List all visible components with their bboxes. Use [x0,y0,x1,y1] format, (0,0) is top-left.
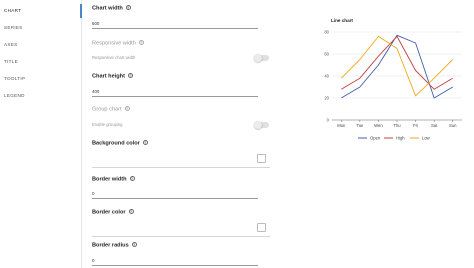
chart-height-label-text: Chart height [92,73,125,80]
sidebar-item-axes[interactable]: AXES [4,42,17,47]
sidebar-item-legend[interactable]: LEGEND [4,93,25,98]
chart-preview: Line chart 0 20 40 60 80 Mon Tue Wen Thu Fri Sat Sun… [318,12,468,142]
background-color-label-text: Background color [92,140,140,147]
x-tick-label: Tue [356,123,364,128]
help-icon[interactable]: ? [125,5,131,10]
legend-label-high: High [396,136,405,141]
help-icon[interactable]: ? [128,209,134,214]
x-tick-label: Sat [431,123,438,128]
x-tick-label: Mon [337,123,346,128]
y-tick-label: 0 [327,118,330,123]
help-icon[interactable]: ? [124,106,130,111]
line-chart: Line chart 0 20 40 60 80 Mon Tue Wen Thu Fri Sat Sun… [324,18,462,141]
toggle-knob [254,54,262,62]
legend-label-open: Open [370,136,381,141]
sidebar-item-chart[interactable]: CHART [4,8,21,13]
border-radius-input[interactable] [92,256,258,266]
responsive-width-toggle-label: Responsive chart width [92,55,136,60]
y-tick-label: 20 [324,96,329,101]
legend-label-low: Low [422,136,431,141]
background-color-label: Background color? [92,140,148,146]
responsive-width-label-text: Responsive width [92,40,136,47]
responsive-width-toggle[interactable] [254,54,269,62]
responsive-width-label: Responsive width? [92,40,144,46]
border-color-swatch[interactable] [257,223,266,232]
border-color-label-text: Border color [92,209,126,216]
chart-width-input[interactable] [92,19,258,29]
border-width-label: Border width? [92,176,135,182]
border-width-label-text: Border width [92,176,127,183]
help-icon[interactable]: ? [131,242,137,247]
border-radius-label: Border radius? [92,242,137,248]
y-tick-label: 80 [324,30,329,35]
chart-height-input[interactable] [92,87,258,97]
series-line-low [340,35,454,97]
x-tick-label: Thu [393,123,401,128]
background-color-swatch[interactable] [257,154,266,163]
help-icon[interactable]: ? [127,73,133,78]
divider [92,236,270,237]
chart-width-label: Chart width? [92,5,131,11]
toggle-knob [254,121,262,129]
sidebar-item-series[interactable]: SERIES [4,25,23,30]
y-tick-label: 60 [324,52,329,57]
border-color-label: Border color? [92,209,134,215]
help-icon[interactable]: ? [129,176,135,181]
help-icon[interactable]: ? [142,140,148,145]
group-chart-label: Group chart? [92,106,130,112]
chart-height-label: Chart height? [92,73,133,79]
sidebar-item-tooltip[interactable]: TOOLTIP [4,76,25,81]
group-chart-label-text: Group chart [92,106,122,113]
chart-settings-form: Chart width? Responsive width? Responsiv… [82,0,282,268]
x-tick-label: Fri [413,123,418,128]
chart-width-label-text: Chart width [92,5,123,12]
group-chart-toggle-label: Enable grouping [92,122,123,127]
help-icon[interactable]: ? [138,40,144,45]
border-width-input[interactable] [92,189,258,199]
series-line-high [341,35,453,90]
y-tick-label: 40 [324,74,329,79]
x-tick-label: Wen [374,123,383,128]
border-radius-label-text: Border radius [92,242,129,249]
group-chart-toggle[interactable] [254,121,269,129]
sidebar-item-title[interactable]: TITLE [4,59,18,64]
x-tick-label: Sun [449,123,457,128]
chart-title: Line chart [331,18,353,23]
chart-settings-sidebar: CHART SERIES AXES TITLE TOOLTIP LEGEND [0,0,82,268]
divider [92,167,270,168]
